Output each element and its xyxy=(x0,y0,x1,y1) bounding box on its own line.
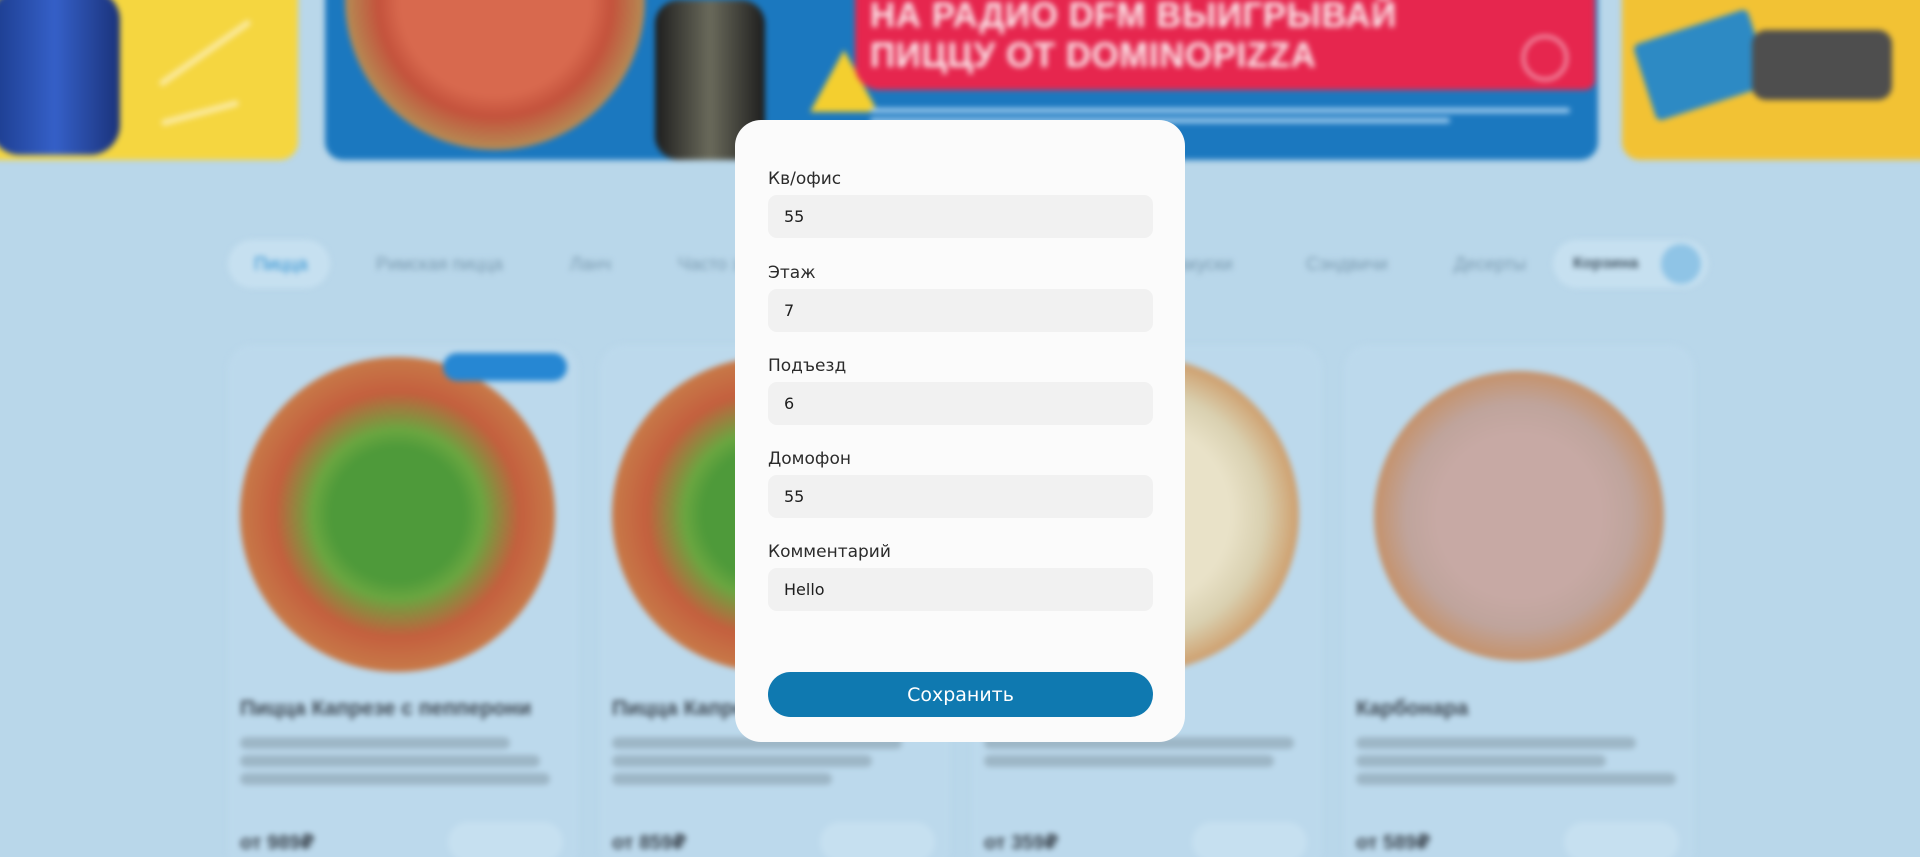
select-button[interactable] xyxy=(1564,822,1679,857)
product-price: от 589₽ xyxy=(1356,832,1431,854)
banner-headline: НА РАДИО DFM ВЫИГРЫВАЙ ПИЦЦУ ОТ DOMINOPI… xyxy=(870,0,1397,75)
select-button[interactable] xyxy=(448,822,563,857)
product-price: от 859₽ xyxy=(612,832,687,854)
promo-banner-gifts[interactable] xyxy=(1622,0,1920,160)
product-card[interactable]: Пицца Капрезе с пепперони от 989₽ xyxy=(228,345,578,857)
intercom-label: Домофон xyxy=(768,449,851,469)
pizza-image xyxy=(240,357,555,672)
entrance-label: Подъезд xyxy=(768,356,847,376)
comment-input[interactable] xyxy=(768,568,1153,611)
cart-icon[interactable] xyxy=(1661,244,1701,284)
product-card[interactable]: Карбонара от 589₽ xyxy=(1344,345,1694,857)
product-title: Пицца Капрезе с пепперони xyxy=(240,697,532,720)
select-button[interactable] xyxy=(820,822,935,857)
save-button[interactable]: Сохранить xyxy=(768,672,1153,717)
apartment-input[interactable] xyxy=(768,195,1153,238)
floor-label: Этаж xyxy=(768,263,816,283)
gift-card-image xyxy=(1632,8,1772,122)
address-details-modal: Кв/офис Этаж Подъезд Домофон Комментарий… xyxy=(735,120,1185,742)
nav-item-pizza[interactable]: Пицца xyxy=(254,254,308,275)
nav-item-roman-pizza[interactable]: Римская пицца xyxy=(376,254,503,275)
gadget-image xyxy=(1752,30,1892,100)
comment-label: Комментарий xyxy=(768,542,891,562)
product-title: Карбонара xyxy=(1356,697,1469,720)
nav-item-sandwiches[interactable]: Сэндвичи xyxy=(1306,254,1388,275)
product-price: от 359₽ xyxy=(984,832,1059,854)
product-price: от 989₽ xyxy=(240,832,315,854)
pizza-image xyxy=(1374,371,1664,661)
banner-pizza-image xyxy=(345,0,645,150)
entrance-input[interactable] xyxy=(768,382,1153,425)
age-rating-badge xyxy=(1522,35,1568,81)
cola-bottle-image xyxy=(0,0,120,155)
nav-item-lunch[interactable]: Ланч xyxy=(570,254,611,275)
promo-banner-drinks[interactable] xyxy=(0,0,298,160)
cart-label: Корзина xyxy=(1573,255,1639,272)
nav-item-desserts[interactable]: Десерты xyxy=(1454,254,1526,275)
floor-input[interactable] xyxy=(768,289,1153,332)
banner-fine-print xyxy=(870,108,1570,113)
intercom-input[interactable] xyxy=(768,475,1153,518)
apartment-label: Кв/офис xyxy=(768,169,842,189)
select-button[interactable] xyxy=(1192,822,1307,857)
new-badge xyxy=(443,353,567,381)
